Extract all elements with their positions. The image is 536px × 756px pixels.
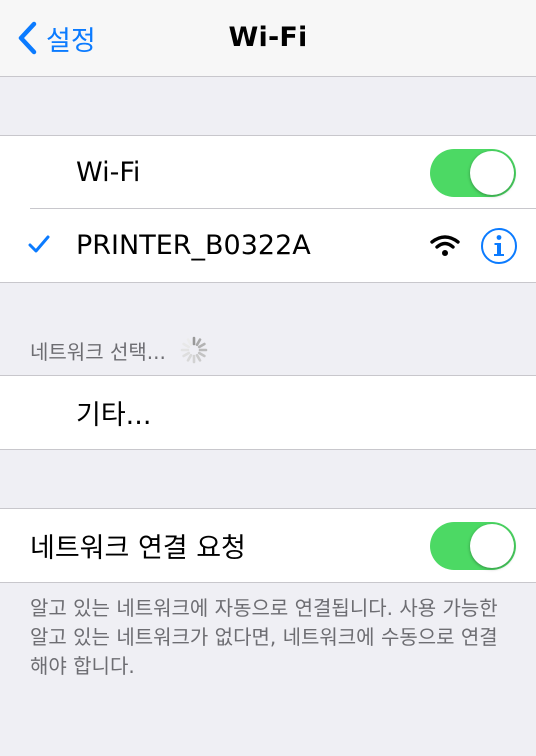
wifi-toggle-row: Wi-Fi: [0, 136, 536, 209]
ask-to-join-row: 네트워크 연결 요청: [0, 509, 536, 582]
info-icon[interactable]: [480, 227, 518, 265]
navigation-bar: 설정 Wi-Fi: [0, 0, 536, 77]
other-network-row[interactable]: 기타...: [0, 376, 536, 449]
choose-network-label: 네트워크 선택...: [30, 339, 166, 364]
wifi-settings-group: Wi-Fi PRINTER_B0322A: [0, 135, 536, 283]
other-network-label: 기타...: [76, 400, 152, 431]
connected-network-name: PRINTER_B0322A: [76, 230, 311, 261]
ask-to-join-group: 네트워크 연결 요청: [0, 508, 536, 583]
ask-to-join-toggle-switch[interactable]: [430, 522, 516, 570]
wifi-toggle-switch[interactable]: [430, 149, 516, 197]
checkmark-icon: [28, 235, 50, 253]
ask-to-join-footer: 알고 있는 네트워크에 자동으로 연결됩니다. 사용 가능한 알고 있는 네트워…: [30, 596, 498, 678]
page-title: Wi-Fi: [228, 22, 308, 53]
connected-network-row[interactable]: PRINTER_B0322A: [0, 209, 536, 282]
other-network-group: 기타...: [0, 375, 536, 450]
wifi-label: Wi-Fi: [76, 157, 141, 188]
ask-to-join-label: 네트워크 연결 요청: [30, 533, 246, 564]
choose-network-header: 네트워크 선택...: [30, 330, 208, 370]
wifi-signal-icon: [430, 235, 460, 256]
toggle-knob: [470, 151, 514, 195]
loading-spinner-icon: [180, 336, 208, 364]
toggle-knob: [470, 524, 514, 568]
